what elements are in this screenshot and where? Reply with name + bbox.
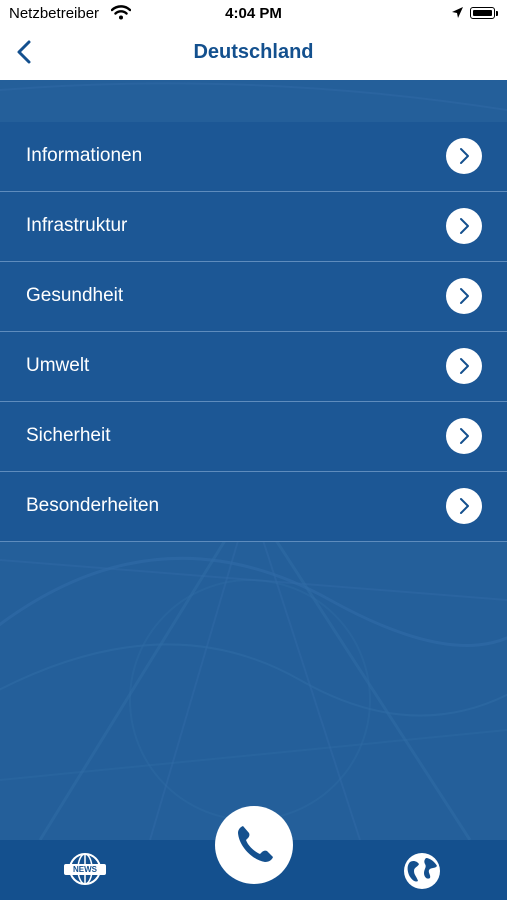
chevron-right-circle-icon[interactable] [446, 348, 482, 384]
status-time: 4:04 PM [225, 5, 282, 22]
menu-item-label: Umwelt [26, 355, 90, 376]
page-title: Deutschland [193, 41, 314, 63]
menu-item-informationen[interactable]: Informationen [0, 122, 507, 192]
menu-item-sicherheit[interactable]: Sicherheit [0, 402, 507, 472]
chevron-right-circle-icon[interactable] [446, 418, 482, 454]
menu-item-label: Informationen [26, 145, 143, 166]
menu-item-umwelt[interactable]: Umwelt [0, 332, 507, 402]
menu-item-infrastruktur[interactable]: Infrastruktur [0, 192, 507, 262]
globe-icon [404, 853, 440, 889]
phone-icon [238, 826, 273, 862]
status-bar: Netzbetreiber 4:04 PM [0, 0, 507, 28]
battery-cap [496, 11, 498, 16]
menu-item-gesundheit[interactable]: Gesundheit [0, 262, 507, 332]
news-label: NEWS [64, 864, 106, 875]
menu-item-besonderheiten[interactable]: Besonderheiten [0, 472, 507, 542]
chevron-right-circle-icon[interactable] [446, 278, 482, 314]
menu-item-label: Infrastruktur [26, 215, 128, 236]
menu-item-label: Sicherheit [26, 425, 111, 446]
main-content: Informationen Infrastruktur Gesundheit U… [0, 80, 507, 840]
news-button[interactable]: NEWS [64, 852, 106, 888]
location-arrow-icon [452, 7, 463, 18]
navigation-bar: Deutschland [0, 28, 507, 80]
chevron-right-circle-icon[interactable] [446, 208, 482, 244]
globe-button[interactable] [402, 852, 442, 890]
battery-icon [470, 7, 495, 19]
chevron-right-circle-icon[interactable] [446, 488, 482, 524]
tab-bar: NEWS [0, 806, 507, 900]
menu-item-label: Gesundheit [26, 285, 124, 306]
chevron-right-circle-icon[interactable] [446, 138, 482, 174]
menu-item-label: Besonderheiten [26, 495, 160, 516]
menu-list: Informationen Infrastruktur Gesundheit U… [0, 122, 507, 542]
call-button[interactable] [215, 806, 293, 884]
